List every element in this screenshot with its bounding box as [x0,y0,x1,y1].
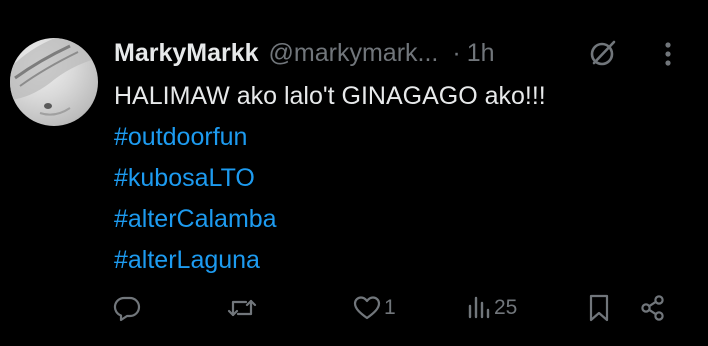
action-bar: 1 25 [0,288,708,328]
share-button[interactable] [638,288,668,328]
tweet-header: MarkyMarkk @markymark... · 1h [114,36,694,70]
repost-button[interactable] [226,288,258,328]
hashtag-link[interactable]: #kubosaLTO [114,158,694,199]
like-button[interactable]: 1 [352,288,396,328]
tweet[interactable]: MarkyMarkk @markymark... · 1h HALIMAW ak… [0,0,708,346]
hashtag-link[interactable]: #outdoorfun [114,117,694,158]
tweet-text: HALIMAW ako lalo't GINAGAGO ako!!! #outd… [114,76,694,281]
hashtag-link[interactable]: #alterCalamba [114,199,694,240]
avatar[interactable] [10,38,98,126]
separator-dot: · [452,38,461,67]
repost-icon [227,299,257,317]
share-icon [641,295,664,321]
reply-button[interactable] [112,288,142,328]
views-button[interactable]: 25 [466,288,517,328]
bookmark-icon [589,294,609,322]
grok-icon[interactable] [588,38,618,68]
profile-photo-icon [10,38,98,116]
views-count: 25 [494,296,518,319]
views-icon [468,296,490,319]
bookmark-button[interactable] [586,288,612,328]
tweet-main-text: HALIMAW ako lalo't GINAGAGO ako!!! [114,82,546,110]
hashtag-link[interactable]: #alterLaguna [114,240,694,281]
like-count: 1 [384,296,396,319]
timestamp[interactable]: 1h [467,39,495,68]
more-options-icon[interactable] [658,40,678,68]
display-name[interactable]: MarkyMarkk [114,39,259,68]
heart-icon [353,296,381,320]
reply-icon [113,296,141,322]
user-handle[interactable]: @markymark... [269,39,439,68]
